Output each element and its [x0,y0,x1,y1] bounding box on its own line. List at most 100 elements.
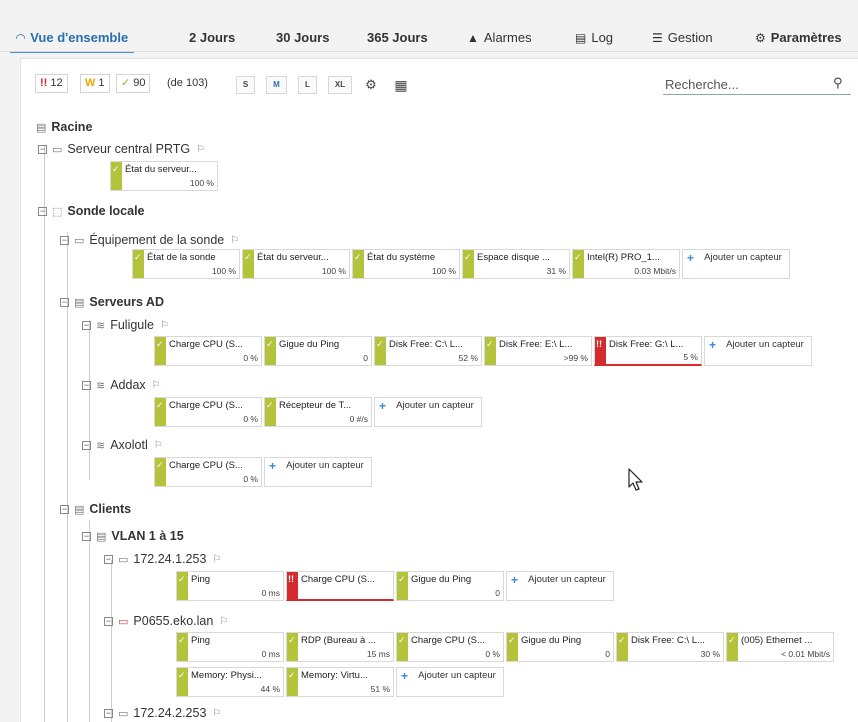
sensor-tile[interactable]: ✓ Disk Free: C:\ L... 30 % [616,632,724,662]
check-icon: ✓ [508,635,516,645]
flag-icon[interactable]: ⚐ [230,235,239,246]
collapse-toggle[interactable]: − [38,206,47,216]
sensor-tile[interactable]: ✓ État du serveur... 100 % [110,161,218,191]
warning-icon: ▲ [467,31,479,45]
sensor-tile[interactable]: ✓ Charge CPU (S... 0 % [154,397,262,427]
tree-node-host-3[interactable]: − ▭ 172.24.2.253 ⚐ [104,704,221,722]
sensor-tile[interactable]: ✓ Charge CPU (S... 0 % [154,457,262,487]
flag-icon[interactable]: ⚐ [219,616,228,627]
ok-count-badge[interactable]: ✓ 90 [116,74,151,93]
sensor-value: 0 ms [261,588,280,598]
sensor-tile[interactable]: ✓ RDP (Bureau à ... 15 ms [286,632,394,662]
sensor-tile[interactable]: ✓ Charge CPU (S... 0 % [154,336,262,366]
size-m-button[interactable]: M [266,76,287,94]
sensor-name: Gigue du Ping [279,339,340,350]
down-count-badge[interactable]: !! 12 [35,74,68,93]
add-sensor-button[interactable]: + Ajouter un capteur [506,571,614,601]
sensor-tile[interactable]: ✓ Gigue du Ping 0 [396,571,504,601]
collapse-toggle[interactable]: − [60,504,69,514]
tree-node-fuligule[interactable]: − ≋ Fuligule ⚐ [82,316,169,334]
sensor-tile[interactable]: ✓ Ping 0 ms [176,571,284,601]
check-icon: ✓ [156,400,164,410]
sensor-name: État du système [367,252,436,263]
tab-30-days[interactable]: 30 Jours [276,30,329,48]
size-l-button[interactable]: L [298,76,317,94]
sensor-tile[interactable]: ✓ Gigue du Ping 0 [506,632,614,662]
tab-log[interactable]: ▤ Log [575,30,613,48]
sensor-tile[interactable]: ✓ (005) Ethernet ... < 0.01 Mbit/s [726,632,834,662]
tree-node-vlan[interactable]: − ▤ VLAN 1 à 15 [82,527,184,545]
tree-node-addax[interactable]: − ≋ Addax ⚐ [82,376,161,394]
flag-icon[interactable]: ⚐ [196,144,205,155]
tree-guide [111,560,112,722]
sensor-tile[interactable]: ✓ Ping 0 ms [176,632,284,662]
tree-node-host-2[interactable]: − ▭ P0655.eko.lan ⚐ [104,612,228,630]
add-sensor-button[interactable]: + Ajouter un capteur [704,336,812,366]
flag-icon[interactable]: ⚐ [154,440,163,451]
sensor-value: 0 [605,649,610,659]
tab-settings[interactable]: ⚙ Paramètres [755,30,842,48]
tree-node-server[interactable]: − ▭ Serveur central PRTG ⚐ [38,140,205,158]
size-xl-button[interactable]: XL [328,76,352,94]
sensor-value: 100 % [431,266,456,276]
tree-node-ad-servers[interactable]: − ▤ Serveurs AD [60,293,164,311]
grid-view-icon[interactable]: ▦ [391,76,411,94]
tab-overview[interactable]: ◠ Vue d'ensemble [9,30,135,53]
tree-node-axolotl[interactable]: − ≋ Axolotl ⚐ [82,436,163,454]
tab-365-days[interactable]: 365 Jours [367,30,428,48]
collapse-toggle[interactable]: − [104,616,113,626]
tab-management[interactable]: ☰ Gestion [652,30,713,48]
add-sensor-button[interactable]: + Ajouter un capteur [396,667,504,697]
tree-guide [44,145,45,722]
sensor-tile[interactable]: !! Charge CPU (S... [286,571,394,601]
collapse-toggle[interactable]: − [82,320,91,330]
check-icon: ✓ [728,635,736,645]
sensor-tile[interactable]: ✓ Gigue du Ping 0 [264,336,372,366]
sensor-tile[interactable]: ✓ Disk Free: C:\ L... 52 % [374,336,482,366]
collapse-toggle[interactable]: − [60,297,69,307]
collapse-toggle[interactable]: − [104,554,113,564]
warning-count-badge[interactable]: W1 [80,74,110,93]
tab-2-days[interactable]: 2 Jours [189,30,235,48]
search-input[interactable] [663,75,851,95]
flag-icon[interactable]: ⚐ [152,380,161,391]
sensor-name: État du serveur... [125,164,197,175]
sensor-name: Disk Free: E:\ L... [499,339,573,350]
sensor-tile[interactable]: ✓ Memory: Physi... 44 % [176,667,284,697]
flag-icon[interactable]: ⚐ [212,708,221,719]
tree-node-clients[interactable]: − ▤ Clients [60,500,131,518]
flag-icon[interactable]: ⚐ [212,554,221,565]
gauge-icon: ◠ [16,31,26,45]
tree-node-root[interactable]: ▤ Racine [36,118,92,136]
flag-icon[interactable]: ⚐ [160,320,169,331]
sensor-value: >99 % [563,353,588,363]
collapse-toggle[interactable]: − [104,708,113,718]
server-icon: ≋ [96,319,106,332]
sensor-value: 0 % [485,649,500,659]
collapse-toggle[interactable]: − [38,144,47,154]
add-sensor-button[interactable]: + Ajouter un capteur [264,457,372,487]
tab-alarms[interactable]: ▲ Alarmes [467,30,532,48]
sensor-tile[interactable]: ✓ Disk Free: E:\ L... >99 % [484,336,592,366]
tree-node-probe[interactable]: − ⬚ Sonde locale [38,202,145,220]
collapse-toggle[interactable]: − [82,380,91,390]
collapse-toggle[interactable]: − [82,440,91,450]
sensor-tile[interactable]: !! Disk Free: G:\ L... 5 % [594,336,702,366]
collapse-toggle[interactable]: − [60,235,69,245]
sensor-tile[interactable]: ✓ Memory: Virtu... 51 % [286,667,394,697]
tree-node-host-1[interactable]: − ▭ 172.24.1.253 ⚐ [104,550,221,568]
sensor-tile[interactable]: ✓ État du système 100 % [352,249,460,279]
size-s-button[interactable]: S [236,76,255,94]
sensor-tile[interactable]: ✓ État du serveur... 100 % [242,249,350,279]
sensor-tile[interactable]: ✓ Intel(R) PRO_1... 0.03 Mbit/s [572,249,680,279]
add-sensor-button[interactable]: + Ajouter un capteur [682,249,790,279]
add-sensor-button[interactable]: + Ajouter un capteur [374,397,482,427]
tree-node-probe-device[interactable]: − ▭ Équipement de la sonde ⚐ [60,231,239,249]
sensor-tile[interactable]: ✓ Charge CPU (S... 0 % [396,632,504,662]
sensor-tile[interactable]: ✓ État de la sonde 100 % [132,249,240,279]
settings-gear-icon[interactable]: ⚙ [361,76,381,94]
collapse-toggle[interactable]: − [82,531,91,541]
search-icon[interactable]: ⚲ [833,75,843,91]
sensor-tile[interactable]: ✓ Récepteur de T... 0 #/s [264,397,372,427]
sensor-tile[interactable]: ✓ Espace disque ... 31 % [462,249,570,279]
